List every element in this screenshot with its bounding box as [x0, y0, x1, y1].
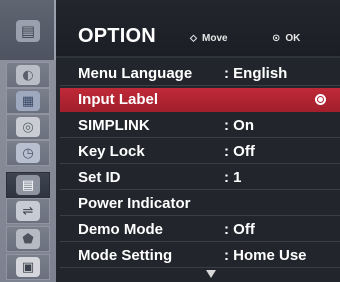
option-label: Demo Mode — [78, 221, 164, 238]
sidebar-item-audio[interactable]: ◎ — [6, 114, 50, 140]
sidebar-item-picture[interactable]: ▦ — [6, 88, 50, 114]
time-icon: ◷ — [16, 143, 40, 163]
page-title: OPTION — [78, 25, 156, 47]
category-sidebar: ▤ ◐ ▦ ◎ ◷ ▤ ⇌ ⬟ ▣ — [0, 0, 56, 282]
input-icon: ⇌ — [16, 201, 40, 221]
option-value: : Home Use — [224, 247, 307, 264]
option-label: Set ID — [78, 169, 121, 186]
option-row-mode-setting[interactable]: Mode Setting : Home Use — [60, 244, 340, 268]
move-hint-label: Move — [202, 33, 228, 44]
audio-icon: ◎ — [16, 117, 40, 137]
option-row-simplink[interactable]: SIMPLINK : On — [60, 114, 340, 138]
move-icon: ⬦ — [190, 33, 197, 44]
sidebar-item-time[interactable]: ◷ — [6, 140, 50, 166]
option-label: Power Indicator — [78, 195, 191, 212]
option-row-key-lock[interactable]: Key Lock : Off — [60, 140, 340, 164]
lock-icon: ⬟ — [16, 229, 40, 249]
option-row-input-label[interactable]: Input Label — [60, 88, 340, 112]
option-label: SIMPLINK — [78, 117, 150, 134]
ok-hint: ⊙ OK — [272, 33, 300, 44]
sidebar-item-lock[interactable]: ⬟ — [6, 226, 50, 252]
picture-icon: ▦ — [16, 91, 40, 111]
option-label: Mode Setting — [78, 247, 173, 264]
move-hint: ⬦ Move — [190, 33, 228, 44]
ok-icon: ⊙ — [272, 33, 281, 44]
option-icon: ▤ — [16, 175, 40, 195]
media-icon: ▣ — [16, 257, 40, 277]
sidebar-item-media[interactable]: ▣ — [6, 254, 50, 280]
setup-icon: ◐ — [16, 65, 40, 85]
option-label: Menu Language — [78, 65, 193, 82]
option-value: : Off — [224, 143, 255, 160]
sidebar-item-option[interactable]: ▤ — [6, 172, 50, 198]
option-row-power-indicator[interactable]: Power Indicator — [60, 192, 340, 216]
osd-menu-window: ▤ ◐ ▦ ◎ ◷ ▤ ⇌ ⬟ ▣ OPTION ⬦ Move ⊙ OK Men… — [0, 0, 340, 282]
option-value: : Off — [224, 221, 255, 238]
ok-hint-label: OK — [285, 33, 301, 44]
option-label: Input Label — [78, 91, 158, 108]
option-value: : English — [224, 65, 288, 82]
option-value: : On — [224, 117, 254, 134]
option-row-set-id[interactable]: Set ID : 1 — [60, 166, 340, 190]
option-row-demo-mode[interactable]: Demo Mode : Off — [60, 218, 340, 242]
option-row-menu-language[interactable]: Menu Language : English — [60, 62, 340, 86]
scroll-down-icon[interactable] — [206, 270, 216, 278]
option-label: Key Lock — [78, 143, 145, 160]
sidebar-item-input[interactable]: ⇌ — [6, 198, 50, 224]
option-header-icon: ▤ — [16, 20, 40, 42]
sidebar-item-setup[interactable]: ◐ — [6, 62, 50, 88]
category-header-icon-area: ▤ — [0, 0, 56, 60]
selected-radio-icon — [315, 94, 326, 105]
option-value: : 1 — [224, 169, 242, 186]
